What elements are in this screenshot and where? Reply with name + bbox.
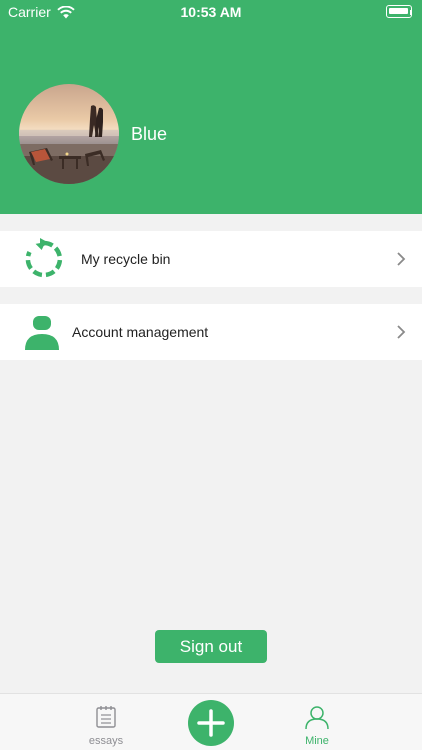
battery-icon — [384, 5, 414, 19]
menu-item-label: Account management — [72, 324, 209, 340]
status-time: 10:53 AM — [180, 4, 242, 20]
recycle-icon — [22, 237, 66, 281]
menu-item-recycle-bin[interactable]: My recycle bin — [0, 231, 422, 287]
tab-mine[interactable]: Mine — [277, 694, 357, 750]
avatar[interactable] — [19, 84, 119, 184]
status-bar: Carrier 10:53 AM — [0, 0, 422, 24]
tab-essays[interactable]: essays — [66, 694, 146, 750]
chevron-right-icon — [394, 251, 408, 267]
list-icon — [93, 704, 119, 730]
person-outline-icon — [304, 704, 330, 730]
tab-label: essays — [88, 735, 124, 747]
screen: Carrier 10:53 AM Blue My recycle bin Acc… — [0, 0, 422, 750]
profile-header: Carrier 10:53 AM Blue — [0, 0, 422, 214]
plus-icon — [197, 709, 225, 737]
chevron-right-icon — [394, 324, 408, 340]
menu-item-label: My recycle bin — [81, 251, 171, 267]
add-essay-button[interactable] — [188, 700, 234, 746]
menu-item-account-management[interactable]: Account management — [0, 304, 422, 360]
sign-out-button[interactable]: Sign out — [155, 630, 267, 663]
tab-label: Mine — [305, 735, 329, 747]
person-icon — [22, 310, 66, 354]
username: Blue — [131, 124, 168, 144]
